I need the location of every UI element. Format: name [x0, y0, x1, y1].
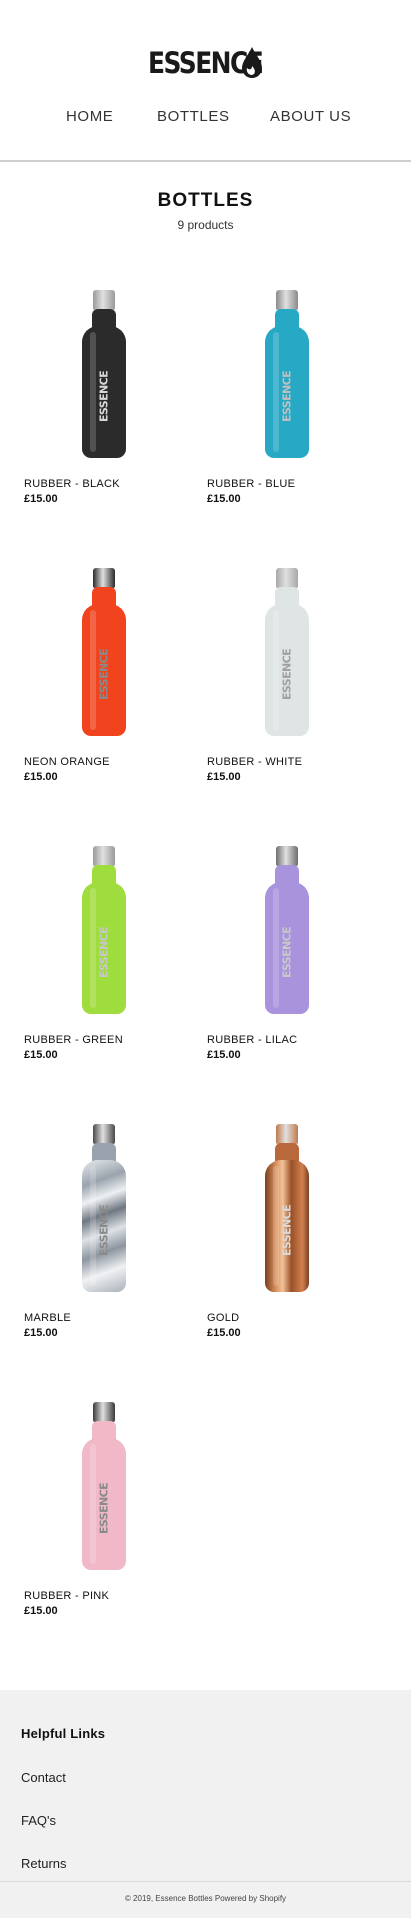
product-name[interactable]: RUBBER - BLUE	[207, 478, 295, 490]
product-image[interactable]: ESSENCE	[207, 1116, 367, 1301]
product-price: £15.00	[207, 493, 241, 505]
bottle-illustration: ESSENCE	[80, 290, 128, 465]
product-name[interactable]: RUBBER - GREEN	[24, 1034, 123, 1046]
product-count: 9 products	[177, 218, 234, 232]
main-nav: HOME BOTTLES ABOUT US	[0, 108, 411, 130]
product-price: £15.00	[207, 771, 241, 783]
nav-about-us[interactable]: ABOUT US	[270, 108, 351, 125]
product-price: £15.00	[24, 1049, 58, 1061]
nav-home[interactable]: HOME	[66, 108, 113, 125]
product-image[interactable]: ESSENCE	[24, 1394, 184, 1579]
product-name[interactable]: GOLD	[207, 1312, 239, 1324]
product-image[interactable]: ESSENCE	[24, 282, 184, 467]
bottle-illustration: ESSENCE	[80, 568, 128, 743]
site-logo[interactable]: ESSENCE	[148, 46, 264, 80]
footer-link-contact[interactable]: Contact	[21, 1770, 66, 1785]
footer-link-faqs[interactable]: FAQ's	[21, 1813, 56, 1828]
product-name[interactable]: RUBBER - PINK	[24, 1590, 109, 1602]
copyright: © 2019, Essence Bottles Powered by Shopi…	[124, 1894, 287, 1903]
product-name[interactable]: RUBBER - LILAC	[207, 1034, 297, 1046]
product-name[interactable]: NEON ORANGE	[24, 756, 110, 768]
product-price: £15.00	[24, 771, 58, 783]
bottle-illustration: ESSENCE	[263, 290, 311, 465]
product-image[interactable]: ESSENCE	[207, 282, 367, 467]
bottle-illustration: ESSENCE	[263, 1124, 311, 1299]
nav-bottles[interactable]: BOTTLES	[157, 108, 230, 125]
product-image[interactable]: ESSENCE	[207, 838, 367, 1023]
product-image[interactable]: ESSENCE	[24, 838, 184, 1023]
product-name[interactable]: MARBLE	[24, 1312, 71, 1324]
footer-divider	[0, 1881, 411, 1882]
product-name[interactable]: RUBBER - WHITE	[207, 756, 302, 768]
bottle-illustration: ESSENCE	[80, 1124, 128, 1299]
product-image[interactable]: ESSENCE	[24, 1116, 184, 1301]
bottle-illustration: ESSENCE	[263, 846, 311, 1021]
product-image[interactable]: ESSENCE	[207, 560, 367, 745]
collection-title: BOTTLES	[157, 190, 254, 211]
footer-heading: Helpful Links	[21, 1726, 106, 1741]
footer-link-returns[interactable]: Returns	[21, 1856, 67, 1871]
bottle-illustration: ESSENCE	[80, 1402, 128, 1577]
product-price: £15.00	[207, 1049, 241, 1061]
product-image[interactable]: ESSENCE	[24, 560, 184, 745]
product-price: £15.00	[24, 1327, 58, 1339]
product-price: £15.00	[24, 493, 58, 505]
product-name[interactable]: RUBBER - BLACK	[24, 478, 120, 490]
site-footer: Helpful Links Contact FAQ's Returns © 20…	[0, 1690, 411, 1918]
product-price: £15.00	[207, 1327, 241, 1339]
bottle-illustration: ESSENCE	[263, 568, 311, 743]
product-price: £15.00	[24, 1605, 58, 1617]
drop-icon	[242, 47, 262, 78]
bottle-illustration: ESSENCE	[80, 846, 128, 1021]
site-header: ESSENCE HOME BOTTLES ABOUT US	[0, 0, 411, 162]
